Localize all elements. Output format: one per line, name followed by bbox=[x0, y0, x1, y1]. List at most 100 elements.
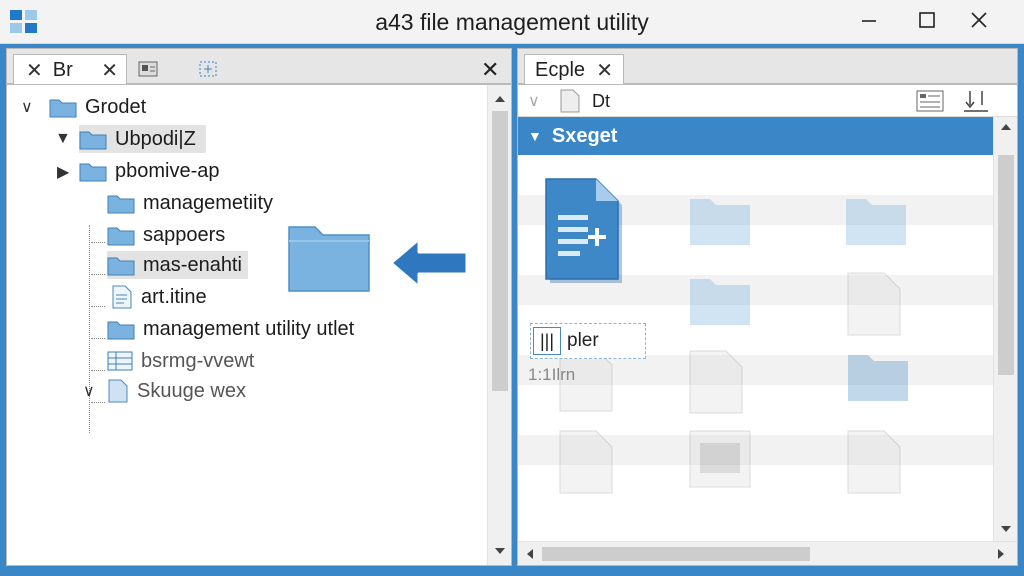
table-icon bbox=[107, 351, 133, 371]
drive-icon[interactable] bbox=[137, 59, 159, 79]
path-segment[interactable]: Dt bbox=[592, 91, 610, 112]
folder-icon bbox=[107, 227, 135, 246]
folder-icon bbox=[79, 163, 107, 182]
right-tab-strip: Ecple ✕ bbox=[517, 48, 1018, 85]
document-icon bbox=[560, 89, 580, 113]
scroll-right-icon[interactable] bbox=[993, 546, 1009, 562]
group-header[interactable]: ▼ Sxeget bbox=[518, 117, 993, 155]
group-title: Sxeget bbox=[551, 124, 618, 147]
tree-item-label: art.itine bbox=[141, 285, 207, 308]
collapsed-arrow-icon[interactable]: ▶ bbox=[57, 162, 69, 182]
minimize-icon bbox=[862, 20, 876, 22]
collapse-group-icon[interactable]: ▼ bbox=[528, 128, 542, 144]
new-tab-icon[interactable] bbox=[197, 59, 219, 79]
tree-item[interactable]: ▼ Ubpodi|Z bbox=[55, 125, 206, 153]
tree-item-label: management utility utlet bbox=[143, 317, 355, 340]
tree-item-label: Ubpodi|Z bbox=[115, 127, 196, 150]
scroll-down-icon[interactable] bbox=[488, 543, 511, 559]
maximize-button[interactable] bbox=[913, 8, 941, 32]
maximize-icon bbox=[919, 12, 935, 28]
sort-icon[interactable] bbox=[962, 89, 990, 113]
rename-value: pler bbox=[567, 330, 599, 351]
scroll-thumb[interactable] bbox=[998, 155, 1014, 375]
scroll-up-icon[interactable] bbox=[488, 91, 511, 107]
tree-guide-line bbox=[91, 402, 105, 403]
folder-icon bbox=[107, 321, 135, 340]
expanded-arrow-icon[interactable]: ▼ bbox=[55, 130, 71, 148]
tree-item[interactable]: mas-enahti bbox=[107, 251, 248, 279]
chevron-down-icon[interactable]: ∨ bbox=[21, 97, 33, 117]
tree-vertical-scrollbar[interactable] bbox=[487, 85, 511, 565]
folder-icon bbox=[107, 257, 135, 276]
details-view-icon[interactable] bbox=[916, 90, 944, 112]
tab-close-button[interactable]: ✕ bbox=[101, 58, 118, 83]
tree-item-label: Grodet bbox=[85, 95, 147, 118]
rename-input[interactable]: ||| pler bbox=[530, 323, 646, 359]
explorer-toolbar: ∨ Dt bbox=[518, 85, 1017, 117]
scroll-down-icon[interactable] bbox=[994, 521, 1017, 537]
tree-guide-line bbox=[91, 242, 105, 243]
image-file-icon bbox=[689, 430, 751, 488]
folder-icon bbox=[49, 99, 77, 118]
explorer-pane: Ecple ✕ ∨ Dt ▼ Sxeget ||| pler 1:1Ilrn bbox=[517, 44, 1018, 566]
tree-guide-line bbox=[91, 338, 105, 339]
minimize-button[interactable] bbox=[855, 8, 883, 32]
folder-icon bbox=[690, 279, 750, 325]
tree-item[interactable]: ▶ pbomive-ap bbox=[57, 157, 220, 185]
scroll-thumb[interactable] bbox=[492, 111, 508, 391]
close-button[interactable] bbox=[965, 8, 993, 32]
tab-close-button[interactable]: ✕ bbox=[596, 58, 613, 83]
chevron-down-icon[interactable]: ∨ bbox=[528, 91, 540, 111]
folder-icon bbox=[848, 355, 908, 401]
tree-item[interactable]: management utility utlet bbox=[107, 315, 354, 343]
view-horizontal-scrollbar[interactable] bbox=[518, 541, 1017, 565]
tree-item-label: mas-enahti bbox=[143, 253, 242, 276]
tree-item-label: sappoers bbox=[143, 223, 226, 246]
tree-item[interactable]: art.itine bbox=[111, 283, 207, 311]
tab-close-button[interactable]: ✕ bbox=[26, 58, 43, 83]
title-bar: a43 file management utility bbox=[0, 0, 1024, 44]
folder-icon bbox=[79, 131, 107, 150]
tree-item-label: managemetiity bbox=[143, 191, 274, 214]
tree-item[interactable]: bsrmg-vvewt bbox=[107, 347, 254, 375]
document-add-icon[interactable] bbox=[544, 177, 628, 289]
tree-guide-line bbox=[91, 306, 105, 307]
document-icon bbox=[559, 430, 613, 494]
tree-guide-line bbox=[91, 274, 105, 275]
tree-guide-line bbox=[91, 370, 105, 371]
document-icon bbox=[689, 350, 743, 414]
scroll-up-icon[interactable] bbox=[994, 119, 1017, 135]
document-icon bbox=[847, 430, 901, 494]
tree-item[interactable]: sappoers bbox=[107, 221, 225, 249]
folder-icon bbox=[846, 199, 906, 245]
tree-item-label: Skuuge wex bbox=[137, 379, 246, 402]
scroll-left-icon[interactable] bbox=[522, 546, 538, 562]
tree-item-label: bsrmg-vvewt bbox=[141, 349, 255, 372]
pane-close-button[interactable]: ✕ bbox=[481, 57, 499, 83]
tree-item[interactable]: ∨ Grodet bbox=[21, 93, 147, 121]
tree-guide-line bbox=[89, 225, 90, 433]
tab-label: Br bbox=[52, 58, 73, 81]
arrow-left-icon bbox=[389, 237, 469, 289]
file-view: ∨ Dt ▼ Sxeget ||| pler 1:1Ilrn bbox=[517, 84, 1018, 566]
folder-tree: ∨ Grodet ▼ Ubpodi|Z ▶ pbomive-ap managem… bbox=[6, 84, 512, 566]
document-icon bbox=[847, 272, 901, 336]
drag-folder-icon bbox=[288, 226, 370, 292]
folder-icon bbox=[107, 195, 135, 214]
close-icon bbox=[971, 12, 987, 28]
tab-browser[interactable]: ✕ Br ✕ bbox=[13, 54, 127, 85]
file-caption: 1:1Ilrn bbox=[528, 365, 576, 384]
tree-item-label: pbomive-ap bbox=[115, 159, 220, 182]
chevron-down-icon[interactable]: ∨ bbox=[83, 381, 95, 401]
scroll-thumb[interactable] bbox=[542, 547, 810, 561]
view-vertical-scrollbar[interactable] bbox=[993, 117, 1017, 541]
document-icon bbox=[112, 285, 132, 309]
tree-item[interactable]: ∨ Skuuge wex bbox=[83, 377, 246, 405]
left-tab-strip: ✕ Br ✕ ✕ bbox=[6, 48, 512, 85]
document-icon bbox=[108, 379, 128, 403]
tree-item[interactable]: managemetiity bbox=[107, 189, 273, 217]
tab-label: Ecple bbox=[535, 58, 586, 81]
tab-explore[interactable]: Ecple ✕ bbox=[524, 54, 624, 85]
tree-pane: ✕ Br ✕ ✕ ∨ Grodet ▼ Ubpodi|Z ▶ pbomive-a… bbox=[6, 44, 512, 566]
folder-icon bbox=[690, 199, 750, 245]
